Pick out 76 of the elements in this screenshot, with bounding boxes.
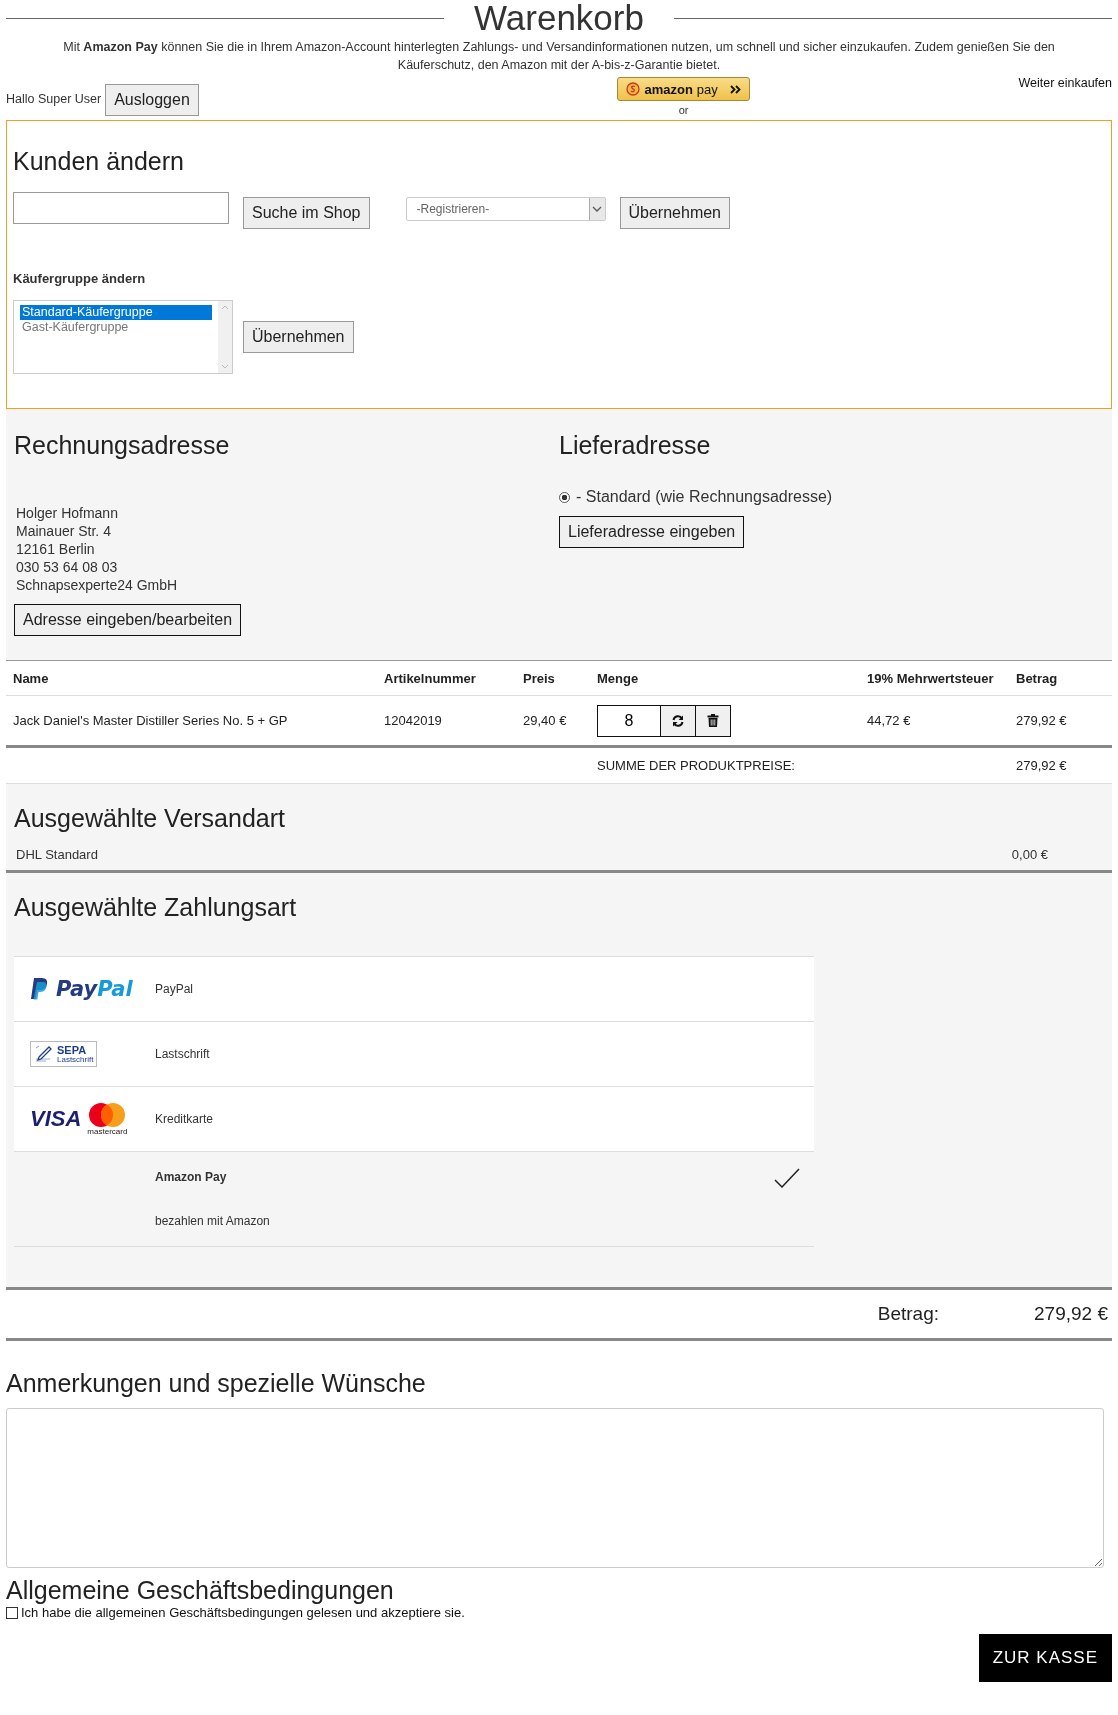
payment-label: Lastschrift <box>155 1047 210 1061</box>
table-cell-text: 12042019 <box>384 713 443 728</box>
payment-option[interactable]: SEPA Lastschrift Lastschrift <box>14 1021 814 1086</box>
amazon-pay-button[interactable]: amazon pay <box>617 77 750 101</box>
total-label: Betrag: <box>877 1303 940 1325</box>
apply-button[interactable]: Übernehmen <box>619 197 730 229</box>
radio-label: - Standard (wie Rechnungsadresse) <box>576 488 833 506</box>
sum-value: 279,92 € <box>1016 758 1068 773</box>
section-heading: Ausgewählte Versandart <box>14 804 286 833</box>
column-header: Preis <box>523 670 556 686</box>
register-select[interactable]: -Registrieren- <box>405 197 606 221</box>
payment-option[interactable]: VISA mastercard Kreditkarte <box>14 1086 814 1151</box>
quantity-field[interactable]: 8 <box>597 704 661 737</box>
payment-label: Amazon Pay <box>155 1170 228 1184</box>
or-label: or <box>678 104 689 116</box>
checkmark-icon <box>774 1168 800 1188</box>
sepa-logo: SEPA Lastschrift <box>30 1041 98 1067</box>
payment-option[interactable]: PayPal PayPal <box>14 956 814 1021</box>
edit-address-button[interactable]: Adresse eingeben/bearbeiten <box>14 604 242 636</box>
section-heading: Rechnungsadresse <box>14 431 231 460</box>
sum-label: SUMME DER PRODUKTPREISE: <box>597 758 796 773</box>
address-line: 12161 Berlin <box>16 540 96 558</box>
column-header: Artikelnummer <box>384 670 477 686</box>
shipping-method: DHL Standard <box>16 847 98 862</box>
trash-icon <box>707 714 719 727</box>
notes-field[interactable] <box>6 1408 1104 1568</box>
section-heading: Allgemeine Geschäftsbedingungen <box>6 1576 395 1605</box>
total-value: 279,92 € <box>1034 1303 1108 1325</box>
section-heading: Ausgewählte Zahlungsart <box>14 893 298 922</box>
checkout-button[interactable]: ZUR KASSE <box>978 1634 1112 1682</box>
address-line: Holger Hofmann <box>16 504 119 522</box>
column-header: 19% Mehrwertsteuer <box>867 670 995 686</box>
terms-checkbox[interactable] <box>6 1606 18 1619</box>
delete-button[interactable] <box>696 704 731 737</box>
address-line: Mainauer Str. 4 <box>16 522 112 540</box>
section-heading: Lieferadresse <box>559 431 712 460</box>
apply-button[interactable]: Übernehmen <box>243 321 354 353</box>
visa-logo: VISA <box>30 1106 82 1132</box>
address-line: 030 53 64 08 03 <box>16 558 119 576</box>
amazon-coin-icon <box>626 82 641 96</box>
page-title: Warenkorb <box>474 0 644 36</box>
refresh-icon <box>671 713 685 728</box>
column-header: Betrag <box>1016 670 1059 686</box>
payment-option[interactable]: Amazon Pay bezahlen mit Amazon <box>14 1151 814 1247</box>
buyer-group-list[interactable]: Standard-Käufergruppe Gast-Käufergruppe <box>13 300 233 374</box>
paypal-p-icon <box>30 977 50 1001</box>
payment-label: Kreditkarte <box>155 1112 214 1126</box>
payment-description: bezahlen mit Amazon <box>155 1214 270 1228</box>
refresh-button[interactable] <box>661 704 696 737</box>
logout-button[interactable]: Ausloggen <box>105 84 199 116</box>
address-line: Schnapsexperte24 GmbH <box>16 576 179 594</box>
table-cell-text: Jack Daniel's Master Distiller Series No. 5 + GP <box>13 713 289 728</box>
section-heading: Anmerkungen und spezielle Wünsche <box>6 1369 427 1398</box>
payment-label: PayPal <box>155 982 194 996</box>
continue-shopping-link[interactable]: Weiter einkaufen <box>1018 76 1112 120</box>
terms-label: Ich habe die allgemeinen Geschäftsbedingungen gelesen und akzeptiere sie. <box>21 1605 465 1620</box>
table-cell-text: 279,92 € <box>1016 713 1068 728</box>
list-option[interactable]: Gast-Käufergruppe <box>20 320 212 335</box>
chevron-down-icon <box>592 206 602 212</box>
double-chevron-icon <box>729 84 741 94</box>
enter-shipping-address-button[interactable]: Lieferadresse eingeben <box>559 516 745 548</box>
table-cell-text: 44,72 € <box>867 713 912 728</box>
search-shop-button[interactable]: Suche im Shop <box>243 197 370 229</box>
paypal-logo-text: PayPal <box>56 977 133 1001</box>
mastercard-logo: mastercard <box>87 1102 128 1136</box>
column-header: Name <box>13 670 50 686</box>
list-option[interactable]: Standard-Käufergruppe <box>20 305 212 320</box>
greeting: Hallo Super User <box>6 92 102 106</box>
table-cell-text: 29,40 € <box>523 713 568 728</box>
section-heading: Kunden ändern <box>13 147 185 176</box>
shipping-price: 0,00 € <box>1011 847 1048 862</box>
field-label: Käufergruppe ändern <box>13 271 147 286</box>
amazon-pay-info: Mit Amazon Pay können Sie die in Ihrem Amazon-Account hinterlegten Zahlungs- und Versandinformationen nutzen, um schnell und sicher einzukaufen. Zudem genießen Sie den Käuferschutz, den Amazon mit der A-bis-z-Garantie bietet. <box>62 39 1056 74</box>
radio-button[interactable] <box>559 491 570 503</box>
column-header: Menge <box>597 670 640 686</box>
customer-search-field[interactable] <box>13 192 229 224</box>
